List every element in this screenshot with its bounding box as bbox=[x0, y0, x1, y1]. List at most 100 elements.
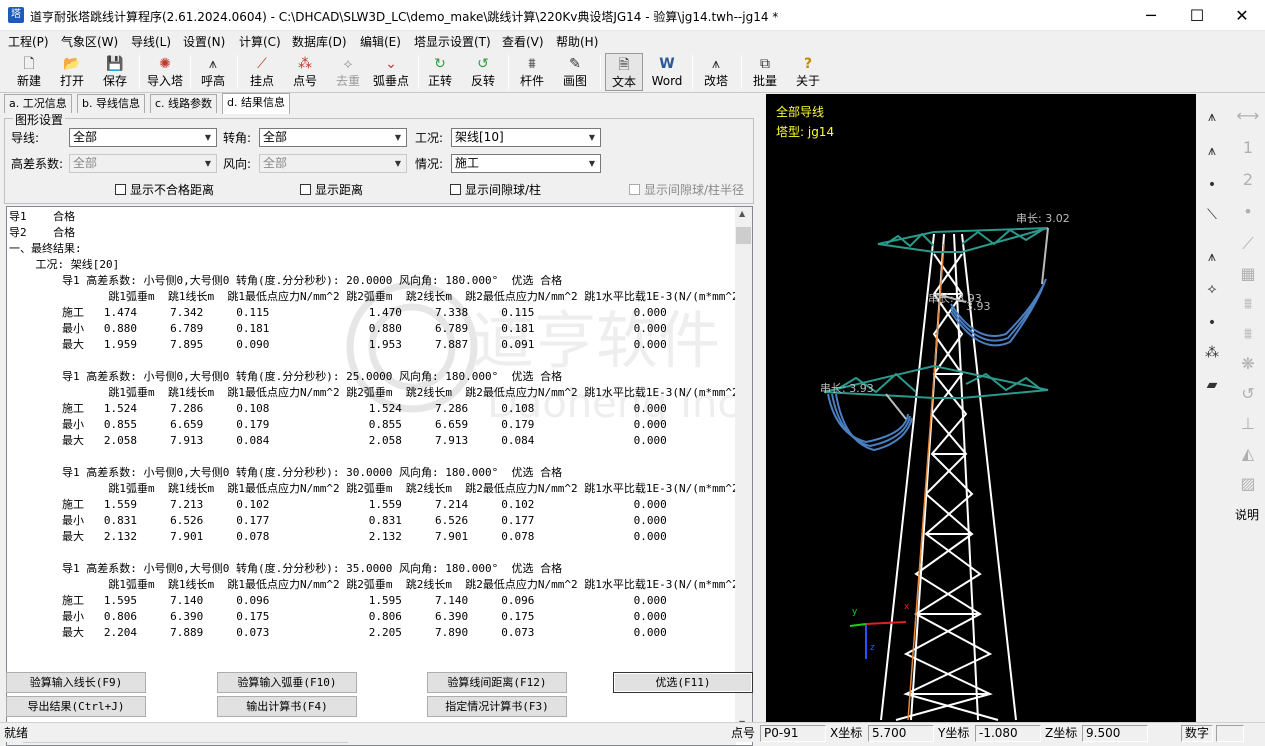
ground-icon: ⊥ bbox=[1241, 414, 1255, 433]
toolbar-separator bbox=[692, 55, 693, 89]
save-button[interactable]: 💾 保存 bbox=[96, 53, 134, 91]
import-tower-button[interactable]: ✺ 导入塔 bbox=[143, 53, 187, 91]
toolbar: 🗋 新建 📂 打开 💾 保存 ✺ 导入塔 ⩚ 呼高 ⟋ 挂点 ⁂ 点号 ⟡ 去重 ⌄ 弧垂点 ↻ 正… bbox=[0, 51, 1265, 93]
member-strip-icon: ⩩ bbox=[1243, 324, 1253, 343]
dot-icon: • bbox=[1243, 202, 1253, 221]
tab-line-params[interactable]: c. 线路参数 bbox=[150, 94, 218, 113]
check-input-length-button[interactable]: 验算输入线长(F9) bbox=[6, 672, 146, 693]
svg-text:y: y bbox=[852, 607, 858, 617]
result-line: 工况: 架线[20] bbox=[9, 258, 120, 271]
two-icon: 2 bbox=[1242, 170, 1254, 189]
chevron-down-icon: ▼ bbox=[394, 133, 402, 142]
close-button[interactable]: ✕ bbox=[1219, 0, 1265, 31]
add-tower2-icon[interactable]: ⩚ bbox=[1200, 138, 1224, 164]
situation-select[interactable]: 施工 ▼ bbox=[451, 154, 601, 173]
menu-tower-display[interactable]: 塔显示设置(T) bbox=[414, 33, 491, 50]
menu-weather[interactable]: 气象区(W) bbox=[61, 33, 118, 50]
toolbar-separator bbox=[600, 55, 601, 89]
show-unqualified-checkbox[interactable]: 显示不合格距离 bbox=[115, 181, 214, 198]
scroll-up-icon[interactable]: ▲ bbox=[739, 209, 745, 218]
status-z-value: 9.500 bbox=[1082, 725, 1148, 742]
result-line: 导2 合格 bbox=[9, 226, 76, 239]
check-line-distance-button[interactable]: 验算线间距离(F12) bbox=[427, 672, 567, 693]
point-number-icon: ⁂ bbox=[298, 56, 312, 72]
hatch-icon: ▨ bbox=[1240, 474, 1256, 493]
toolbar-separator bbox=[190, 55, 191, 89]
graph-settings-group: 图形设置 导线: 全部 ▼ 转角: 全部 ▼ 工况: 架线[10] ▼ 高差系数: 全… bbox=[4, 111, 754, 204]
result-line: 跳1弧垂m 跳1线长m 跳1最低点应力N/mm^2 跳2弧垂m 跳2线长m 跳2… bbox=[9, 386, 735, 399]
tab-result-info[interactable]: d. 结果信息 bbox=[222, 93, 290, 114]
status-x-value: 5.700 bbox=[868, 725, 934, 742]
menu-view[interactable]: 查看(V) bbox=[502, 33, 544, 50]
menu-settings[interactable]: 设置(N) bbox=[183, 33, 225, 50]
add-line-icon[interactable]: ⟍ bbox=[1200, 202, 1224, 228]
show-gap-ball-checkbox[interactable]: 显示间隙球/柱 bbox=[450, 181, 541, 198]
member-button[interactable]: ⩩ 杆件 bbox=[513, 53, 551, 91]
workcase-select[interactable]: 架线[10] ▼ bbox=[451, 128, 601, 147]
rotate-cw-button[interactable]: ↻ 正转 bbox=[421, 53, 459, 91]
result-line: 一、最终结果: bbox=[9, 242, 82, 255]
open-button[interactable]: 📂 打开 bbox=[53, 53, 91, 91]
point-number-button[interactable]: ⁂ 点号 bbox=[286, 53, 324, 91]
result-line bbox=[9, 353, 735, 369]
menu-project[interactable]: 工程(P) bbox=[8, 33, 49, 50]
tower-3d-view[interactable]: 全部导线 塔型: jg14 串长: 3.02 串长: 3.93 3.93 串长:… bbox=[766, 94, 1196, 722]
check-input-sag-button[interactable]: 验算输入弧垂(F10) bbox=[217, 672, 357, 693]
new-button[interactable]: 🗋 新建 bbox=[10, 53, 48, 91]
result-line: 最小 0.831 6.526 0.177 0.831 6.526 0.177 0… bbox=[9, 514, 667, 527]
maximize-button[interactable]: ☐ bbox=[1174, 0, 1220, 31]
height-diff-label: 高差系数: bbox=[11, 157, 64, 171]
select-points-icon[interactable]: ⁂ bbox=[1200, 340, 1224, 366]
result-line bbox=[9, 545, 735, 561]
menu-database[interactable]: 数据库(D) bbox=[292, 33, 347, 50]
result-text-area[interactable]: 道亨软件 Daoheng Inc. 导1 合格 导2 合格 一、最终结果: 工况: … bbox=[6, 206, 753, 746]
rotate-ccw-button[interactable]: ↺ 反转 bbox=[464, 53, 502, 91]
tab-conductor-info[interactable]: b. 导线信息 bbox=[77, 94, 145, 113]
add-tower-icon[interactable]: ⩚ bbox=[1200, 104, 1224, 130]
hang-point-button[interactable]: ⟋ 挂点 bbox=[243, 53, 281, 91]
show-distance-checkbox[interactable]: 显示距离 bbox=[300, 181, 363, 198]
batch-button[interactable]: ⧉ 批量 bbox=[746, 53, 784, 91]
batch-icon: ⧉ bbox=[760, 56, 770, 72]
dedup-button[interactable]: ⟡ 去重 bbox=[329, 53, 367, 91]
vertical-scrollbar[interactable]: ▲ ▼ bbox=[735, 207, 752, 730]
string-length-label-left: 串长: 3.93 bbox=[820, 382, 874, 395]
call-height-button[interactable]: ⩚ 呼高 bbox=[194, 53, 232, 91]
conductor-select[interactable]: 全部 ▼ bbox=[69, 128, 217, 147]
draw-button[interactable]: ✎ 画图 bbox=[556, 53, 594, 91]
workcase-label: 工况: bbox=[415, 131, 444, 145]
result-line: 最大 2.058 7.913 0.084 2.058 7.913 0.084 0… bbox=[9, 434, 667, 447]
export-results-button[interactable]: 导出结果(Ctrl+J) bbox=[6, 696, 146, 717]
result-line bbox=[9, 449, 735, 465]
window-title: 道亨耐张塔跳线计算程序(2.61.2024.0604) - C:\DHCAD\S… bbox=[30, 10, 779, 24]
add-point-icon[interactable]: • bbox=[1200, 172, 1224, 198]
axis-gizmo: y z x bbox=[849, 602, 910, 659]
text-button[interactable]: 🗎 文本 bbox=[605, 53, 643, 91]
select-plate-icon[interactable]: ▰ bbox=[1200, 372, 1224, 398]
status-z-label: Z坐标 bbox=[1045, 726, 1078, 740]
about-button[interactable]: ? 关于 bbox=[789, 53, 827, 91]
modify-tower-button[interactable]: ⩚ 改塔 bbox=[697, 53, 735, 91]
word-button[interactable]: W Word bbox=[648, 53, 686, 91]
minimize-button[interactable]: ─ bbox=[1128, 0, 1174, 31]
sag-point-button[interactable]: ⌄ 弧垂点 bbox=[369, 53, 413, 91]
menu-calculate[interactable]: 计算(C) bbox=[239, 33, 281, 50]
status-point-value: P0-91 bbox=[760, 725, 826, 742]
toolbar-separator bbox=[741, 55, 742, 89]
triangle-icon: ◭ bbox=[1241, 444, 1255, 463]
select-point-icon[interactable]: • bbox=[1200, 310, 1224, 336]
optimize-button[interactable]: 优选(F11) bbox=[613, 672, 753, 693]
select-member-icon[interactable]: ⟡ bbox=[1200, 276, 1224, 302]
menu-edit[interactable]: 编辑(E) bbox=[360, 33, 401, 50]
scroll-thumb[interactable] bbox=[736, 227, 751, 244]
select-tower-icon[interactable]: ⩚ bbox=[1200, 244, 1224, 270]
modify-tower-icon: ⩚ bbox=[712, 56, 720, 72]
menu-help[interactable]: 帮助(H) bbox=[556, 33, 598, 50]
result-line: 导1 高差系数: 小号侧0,大号侧0 转角(度.分分秒秒): 20.0000 风… bbox=[9, 274, 563, 287]
output-calc-book-button[interactable]: 输出计算书(F4) bbox=[217, 696, 357, 717]
menu-conductor[interactable]: 导线(L) bbox=[131, 33, 171, 50]
one-icon: 1 bbox=[1242, 138, 1254, 157]
specified-calc-book-button[interactable]: 指定情况计算书(F3) bbox=[427, 696, 567, 717]
angle-select[interactable]: 全部 ▼ bbox=[259, 128, 407, 147]
status-empty-field bbox=[1216, 725, 1244, 742]
